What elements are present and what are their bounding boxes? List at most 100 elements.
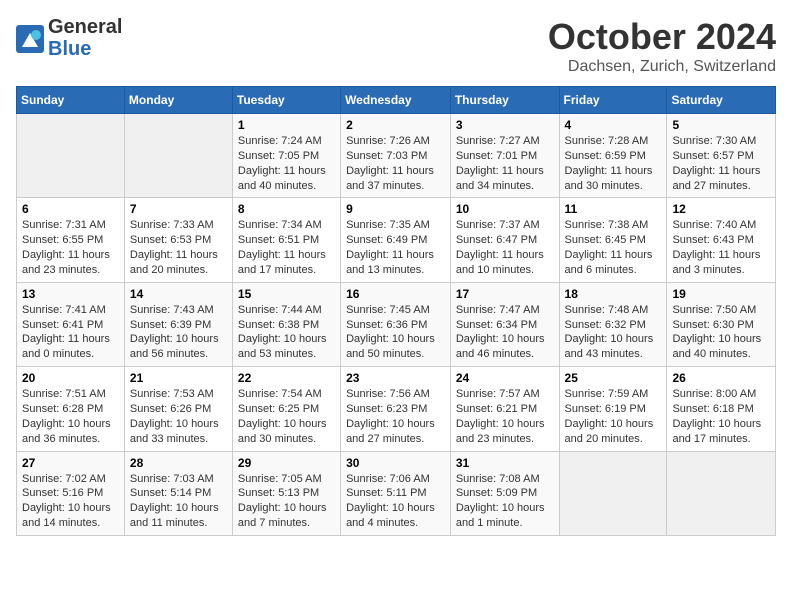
day-number: 8 <box>238 202 335 216</box>
daylight-text: Daylight: 11 hours and 3 minutes. <box>672 249 760 276</box>
sunrise-text: Sunrise: 7:50 AM <box>672 304 756 316</box>
daylight-text: Daylight: 11 hours and 37 minutes. <box>346 165 434 192</box>
daylight-text: Daylight: 11 hours and 17 minutes. <box>238 249 326 276</box>
daylight-text: Daylight: 11 hours and 10 minutes. <box>456 249 544 276</box>
daylight-text: Daylight: 10 hours and 46 minutes. <box>456 333 545 360</box>
sunset-text: Sunset: 6:49 PM <box>346 234 427 246</box>
sunrise-text: Sunrise: 7:35 AM <box>346 219 430 231</box>
day-number: 15 <box>238 287 335 301</box>
daylight-text: Daylight: 11 hours and 6 minutes. <box>565 249 653 276</box>
sunrise-text: Sunrise: 7:34 AM <box>238 219 322 231</box>
calendar-cell: 8 Sunrise: 7:34 AM Sunset: 6:51 PM Dayli… <box>232 198 340 282</box>
daylight-text: Daylight: 11 hours and 13 minutes. <box>346 249 434 276</box>
sunrise-text: Sunrise: 7:08 AM <box>456 473 540 485</box>
logo-blue-text: Blue <box>48 38 122 60</box>
day-number: 20 <box>22 371 119 385</box>
day-number: 27 <box>22 456 119 470</box>
daylight-text: Daylight: 10 hours and 33 minutes. <box>130 418 219 445</box>
sunset-text: Sunset: 5:16 PM <box>22 487 103 499</box>
calendar-cell: 23 Sunrise: 7:56 AM Sunset: 6:23 PM Dayl… <box>341 367 451 451</box>
day-number: 25 <box>565 371 662 385</box>
day-number: 21 <box>130 371 227 385</box>
day-number: 7 <box>130 202 227 216</box>
daylight-text: Daylight: 11 hours and 34 minutes. <box>456 165 544 192</box>
sunrise-text: Sunrise: 7:31 AM <box>22 219 106 231</box>
sunset-text: Sunset: 7:05 PM <box>238 150 319 162</box>
daylight-text: Daylight: 11 hours and 40 minutes. <box>238 165 326 192</box>
logo: General Blue <box>16 16 122 60</box>
weekday-header-cell: Monday <box>124 87 232 114</box>
calendar-cell: 22 Sunrise: 7:54 AM Sunset: 6:25 PM Dayl… <box>232 367 340 451</box>
sunset-text: Sunset: 6:47 PM <box>456 234 537 246</box>
sunrise-text: Sunrise: 7:53 AM <box>130 388 214 400</box>
day-number: 26 <box>672 371 770 385</box>
calendar-cell: 18 Sunrise: 7:48 AM Sunset: 6:32 PM Dayl… <box>559 282 667 366</box>
day-info: Sunrise: 7:33 AM Sunset: 6:53 PM Dayligh… <box>130 218 227 277</box>
calendar-cell: 13 Sunrise: 7:41 AM Sunset: 6:41 PM Dayl… <box>17 282 125 366</box>
calendar-cell: 19 Sunrise: 7:50 AM Sunset: 6:30 PM Dayl… <box>667 282 776 366</box>
calendar-week-row: 13 Sunrise: 7:41 AM Sunset: 6:41 PM Dayl… <box>17 282 776 366</box>
calendar-body: 1 Sunrise: 7:24 AM Sunset: 7:05 PM Dayli… <box>17 114 776 536</box>
daylight-text: Daylight: 10 hours and 7 minutes. <box>238 502 327 529</box>
day-info: Sunrise: 7:57 AM Sunset: 6:21 PM Dayligh… <box>456 387 554 446</box>
calendar-cell: 26 Sunrise: 8:00 AM Sunset: 6:18 PM Dayl… <box>667 367 776 451</box>
sunset-text: Sunset: 6:21 PM <box>456 403 537 415</box>
calendar-cell: 9 Sunrise: 7:35 AM Sunset: 6:49 PM Dayli… <box>341 198 451 282</box>
day-number: 10 <box>456 202 554 216</box>
day-info: Sunrise: 7:41 AM Sunset: 6:41 PM Dayligh… <box>22 303 119 362</box>
day-info: Sunrise: 7:50 AM Sunset: 6:30 PM Dayligh… <box>672 303 770 362</box>
title-block: October 2024 Dachsen, Zurich, Switzerlan… <box>548 16 776 76</box>
day-number: 24 <box>456 371 554 385</box>
sunrise-text: Sunrise: 7:37 AM <box>456 219 540 231</box>
calendar-cell <box>124 114 232 198</box>
day-info: Sunrise: 7:56 AM Sunset: 6:23 PM Dayligh… <box>346 387 445 446</box>
sunrise-text: Sunrise: 7:03 AM <box>130 473 214 485</box>
day-info: Sunrise: 7:34 AM Sunset: 6:51 PM Dayligh… <box>238 218 335 277</box>
calendar-week-row: 27 Sunrise: 7:02 AM Sunset: 5:16 PM Dayl… <box>17 451 776 535</box>
sunset-text: Sunset: 7:01 PM <box>456 150 537 162</box>
day-info: Sunrise: 7:59 AM Sunset: 6:19 PM Dayligh… <box>565 387 662 446</box>
day-number: 13 <box>22 287 119 301</box>
calendar-cell: 30 Sunrise: 7:06 AM Sunset: 5:11 PM Dayl… <box>341 451 451 535</box>
sunrise-text: Sunrise: 7:43 AM <box>130 304 214 316</box>
weekday-header-cell: Tuesday <box>232 87 340 114</box>
sunrise-text: Sunrise: 7:44 AM <box>238 304 322 316</box>
sunrise-text: Sunrise: 7:48 AM <box>565 304 649 316</box>
day-info: Sunrise: 7:06 AM Sunset: 5:11 PM Dayligh… <box>346 472 445 531</box>
calendar-cell: 14 Sunrise: 7:43 AM Sunset: 6:39 PM Dayl… <box>124 282 232 366</box>
calendar-cell: 3 Sunrise: 7:27 AM Sunset: 7:01 PM Dayli… <box>450 114 559 198</box>
day-info: Sunrise: 7:03 AM Sunset: 5:14 PM Dayligh… <box>130 472 227 531</box>
day-number: 6 <box>22 202 119 216</box>
sunrise-text: Sunrise: 7:27 AM <box>456 135 540 147</box>
location-subtitle: Dachsen, Zurich, Switzerland <box>548 58 776 76</box>
calendar-cell: 2 Sunrise: 7:26 AM Sunset: 7:03 PM Dayli… <box>341 114 451 198</box>
sunset-text: Sunset: 5:14 PM <box>130 487 211 499</box>
day-info: Sunrise: 7:31 AM Sunset: 6:55 PM Dayligh… <box>22 218 119 277</box>
logo-general-text: General <box>48 16 122 38</box>
daylight-text: Daylight: 10 hours and 40 minutes. <box>672 333 761 360</box>
daylight-text: Daylight: 11 hours and 27 minutes. <box>672 165 760 192</box>
calendar-cell: 10 Sunrise: 7:37 AM Sunset: 6:47 PM Dayl… <box>450 198 559 282</box>
calendar-cell: 1 Sunrise: 7:24 AM Sunset: 7:05 PM Dayli… <box>232 114 340 198</box>
calendar-cell <box>17 114 125 198</box>
calendar-cell <box>667 451 776 535</box>
sunrise-text: Sunrise: 8:00 AM <box>672 388 756 400</box>
day-number: 2 <box>346 118 445 132</box>
day-number: 31 <box>456 456 554 470</box>
day-number: 19 <box>672 287 770 301</box>
calendar-cell: 17 Sunrise: 7:47 AM Sunset: 6:34 PM Dayl… <box>450 282 559 366</box>
day-info: Sunrise: 7:05 AM Sunset: 5:13 PM Dayligh… <box>238 472 335 531</box>
day-info: Sunrise: 7:08 AM Sunset: 5:09 PM Dayligh… <box>456 472 554 531</box>
day-info: Sunrise: 7:30 AM Sunset: 6:57 PM Dayligh… <box>672 134 770 193</box>
sunrise-text: Sunrise: 7:57 AM <box>456 388 540 400</box>
calendar-cell: 21 Sunrise: 7:53 AM Sunset: 6:26 PM Dayl… <box>124 367 232 451</box>
daylight-text: Daylight: 10 hours and 1 minute. <box>456 502 545 529</box>
weekday-header-cell: Sunday <box>17 87 125 114</box>
day-info: Sunrise: 7:38 AM Sunset: 6:45 PM Dayligh… <box>565 218 662 277</box>
sunset-text: Sunset: 6:43 PM <box>672 234 753 246</box>
day-info: Sunrise: 7:54 AM Sunset: 6:25 PM Dayligh… <box>238 387 335 446</box>
day-info: Sunrise: 7:44 AM Sunset: 6:38 PM Dayligh… <box>238 303 335 362</box>
day-info: Sunrise: 7:51 AM Sunset: 6:28 PM Dayligh… <box>22 387 119 446</box>
sunset-text: Sunset: 6:51 PM <box>238 234 319 246</box>
calendar-cell: 29 Sunrise: 7:05 AM Sunset: 5:13 PM Dayl… <box>232 451 340 535</box>
